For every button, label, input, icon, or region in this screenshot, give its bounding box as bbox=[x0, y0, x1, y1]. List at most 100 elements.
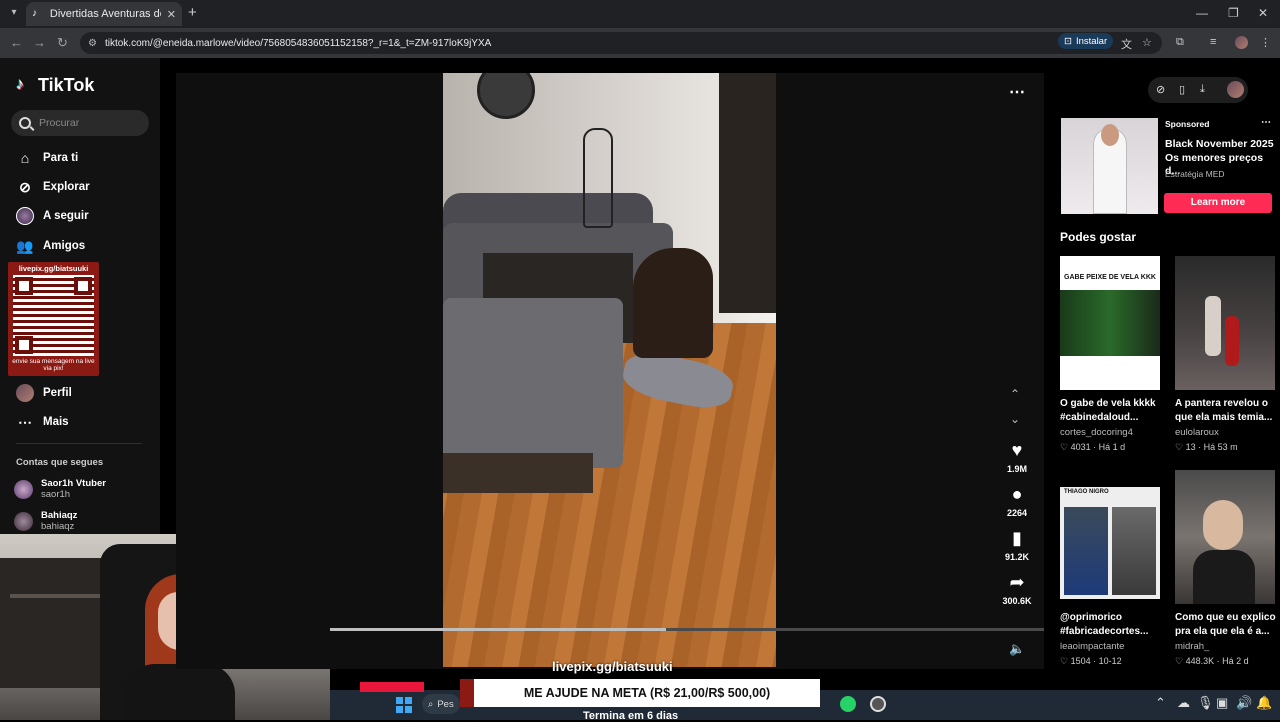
qr-corner bbox=[15, 277, 33, 295]
microphone-icon[interactable]: 🎙 bbox=[1197, 695, 1214, 711]
forward-icon[interactable]: → bbox=[33, 35, 46, 50]
nav-label: Perfil bbox=[43, 387, 72, 399]
volume-icon[interactable]: 🔈 bbox=[1009, 641, 1025, 657]
minimize-icon[interactable]: — bbox=[1196, 6, 1208, 20]
ad-thumbnail[interactable] bbox=[1061, 118, 1158, 214]
search-icon bbox=[19, 117, 31, 129]
learn-more-button[interactable]: Learn more bbox=[1164, 193, 1272, 213]
nav-label: Explorar bbox=[43, 181, 90, 193]
search-input[interactable]: Procurar bbox=[11, 110, 149, 136]
taskbar-search[interactable]: ⌕ Pes bbox=[422, 694, 460, 714]
browser-tabbar: ▾ ♪ Divertidas Aventuras de Perros d ✕ +… bbox=[0, 0, 1280, 28]
ad-brand: Estratégia MED bbox=[1165, 169, 1225, 179]
card-thumbnail: GABE PEIXE DE VELA KKK bbox=[1060, 256, 1160, 390]
save-button[interactable]: ▮ 91.2K bbox=[995, 528, 1039, 562]
browser-menu-icon[interactable]: ⋮ bbox=[1260, 36, 1271, 49]
taskbar-search-text: Pes bbox=[437, 698, 454, 710]
tiktok-favicon-icon: ♪ bbox=[32, 8, 37, 19]
install-icon: ⊡ bbox=[1064, 35, 1072, 47]
device-icon[interactable]: ▯ bbox=[1179, 83, 1185, 96]
thumb-image-right bbox=[1112, 507, 1156, 595]
bookmark-icon: ▮ bbox=[1012, 528, 1022, 548]
whatsapp-icon[interactable] bbox=[840, 696, 856, 712]
video-frame[interactable] bbox=[443, 73, 776, 667]
url-field[interactable]: ⚙ tiktok.com/@eneida.marlowe/video/75680… bbox=[80, 32, 1162, 54]
nav-item-mais[interactable]: ⋯ Mais bbox=[16, 413, 69, 431]
card-thumbnail bbox=[1175, 256, 1275, 390]
avatar bbox=[14, 511, 33, 531]
nav-item-para-ti[interactable]: ⌂ Para ti bbox=[16, 149, 78, 167]
nav-item-amigos[interactable]: 👥 Amigos bbox=[16, 237, 85, 255]
card-author: eulolaroux bbox=[1175, 427, 1219, 438]
nav-label: Mais bbox=[43, 416, 69, 428]
card-likes: 448.3K bbox=[1185, 656, 1215, 666]
stats-separator: · bbox=[1090, 442, 1099, 452]
like-button[interactable]: ♥ 1.9M bbox=[995, 440, 1039, 474]
thumb-face bbox=[1203, 500, 1243, 550]
tab-close-icon[interactable]: ✕ bbox=[167, 8, 176, 21]
browser-tab[interactable]: ♪ Divertidas Aventuras de Perros d ✕ bbox=[26, 2, 182, 26]
webcam-shelf bbox=[0, 558, 105, 688]
ad-more-icon[interactable]: ⋯ bbox=[1261, 117, 1271, 128]
qr-bottom-text: envie sua mensagem na live via pix! bbox=[12, 358, 95, 372]
user-avatar[interactable] bbox=[1227, 81, 1244, 98]
windows-start-icon[interactable] bbox=[396, 697, 412, 713]
previous-video-icon[interactable]: ⌃ bbox=[1010, 387, 1020, 401]
share-icon: ➦ bbox=[1009, 572, 1025, 592]
nav-item-a-seguir[interactable]: A seguir bbox=[16, 207, 89, 225]
install-app-button[interactable]: ⊡ Instalar bbox=[1058, 33, 1114, 49]
notification-bell-icon[interactable]: 🔔 bbox=[1256, 695, 1272, 711]
back-icon[interactable]: ← bbox=[10, 35, 23, 50]
comment-button[interactable]: ● 2264 bbox=[995, 484, 1039, 518]
tab-search-icon[interactable]: ▾ bbox=[6, 5, 22, 21]
webcam-shelf-board bbox=[10, 594, 100, 598]
compass-icon: ⊘ bbox=[19, 179, 31, 195]
maximize-icon[interactable]: ❐ bbox=[1228, 6, 1239, 20]
app-icon[interactable] bbox=[870, 696, 886, 712]
url-text: tiktok.com/@eneida.marlowe/video/7568054… bbox=[104, 37, 492, 49]
heart-icon: ♥ bbox=[1011, 440, 1023, 460]
recommended-title: Podes gostar bbox=[1060, 230, 1137, 244]
site-info-icon[interactable]: ⚙ bbox=[88, 38, 97, 49]
webcam-person-body bbox=[125, 664, 235, 720]
network-icon[interactable]: ▣ bbox=[1216, 695, 1228, 711]
tiktok-note-icon: ♪ bbox=[16, 75, 24, 93]
following-account-item[interactable]: Bahiaqz bahiaqz bbox=[14, 510, 77, 532]
search-placeholder: Procurar bbox=[39, 117, 80, 129]
thumb-caption: GABE PEIXE DE VELA KKK bbox=[1064, 274, 1156, 281]
card-author: midrah_ bbox=[1175, 641, 1210, 652]
reload-icon[interactable]: ↻ bbox=[57, 35, 68, 51]
taskbar-chevron-icon[interactable]: ⌃ bbox=[1155, 695, 1166, 711]
heart-outline-icon: ♡ bbox=[1175, 442, 1186, 452]
media-controls-icon[interactable]: ≡ bbox=[1210, 36, 1216, 48]
card-likes: 4031 bbox=[1070, 442, 1091, 452]
translate-icon[interactable]: 文 bbox=[1121, 36, 1132, 52]
goal-accent-bar bbox=[360, 682, 424, 692]
following-account-item[interactable]: Saor1h Vtuber saor1h bbox=[14, 478, 106, 500]
coins-icon[interactable]: ⊘ bbox=[1156, 83, 1165, 96]
card-author: leaoimpactante bbox=[1060, 641, 1125, 652]
nav-item-explorar[interactable]: ⊘ Explorar bbox=[16, 178, 90, 196]
share-button[interactable]: ➦ 300.6K bbox=[995, 572, 1039, 606]
card-thumbnail bbox=[1175, 470, 1275, 604]
nav-item-perfil[interactable]: Perfil bbox=[16, 384, 72, 402]
cloud-icon[interactable]: ☁ bbox=[1177, 695, 1190, 711]
window-close-icon[interactable]: ✕ bbox=[1258, 6, 1268, 20]
nav-label: Para ti bbox=[43, 152, 79, 164]
new-tab-icon[interactable]: + bbox=[188, 5, 197, 21]
thumb-body bbox=[1193, 550, 1255, 604]
extensions-icon[interactable]: ⧉ bbox=[1176, 36, 1184, 49]
video-more-options-icon[interactable]: ⋯ bbox=[1009, 82, 1026, 102]
friends-icon: 👥 bbox=[16, 238, 34, 254]
address-bar: ← → ↻ ⚙ tiktok.com/@eneida.marlowe/video… bbox=[0, 28, 1280, 58]
bookmark-star-icon[interactable]: ☆ bbox=[1142, 36, 1152, 49]
avatar bbox=[14, 479, 33, 499]
qr-code-image bbox=[13, 275, 94, 356]
video-progress-bar[interactable] bbox=[330, 628, 1044, 631]
nav-label: A seguir bbox=[43, 210, 89, 222]
next-video-icon[interactable]: ⌄ bbox=[1010, 412, 1020, 426]
tiktok-logo[interactable]: ♪ TikTok bbox=[16, 75, 94, 96]
download-icon[interactable]: ⤓ bbox=[1200, 83, 1205, 96]
browser-profile-avatar[interactable] bbox=[1235, 36, 1248, 49]
speaker-icon[interactable]: 🔊 bbox=[1236, 695, 1252, 711]
